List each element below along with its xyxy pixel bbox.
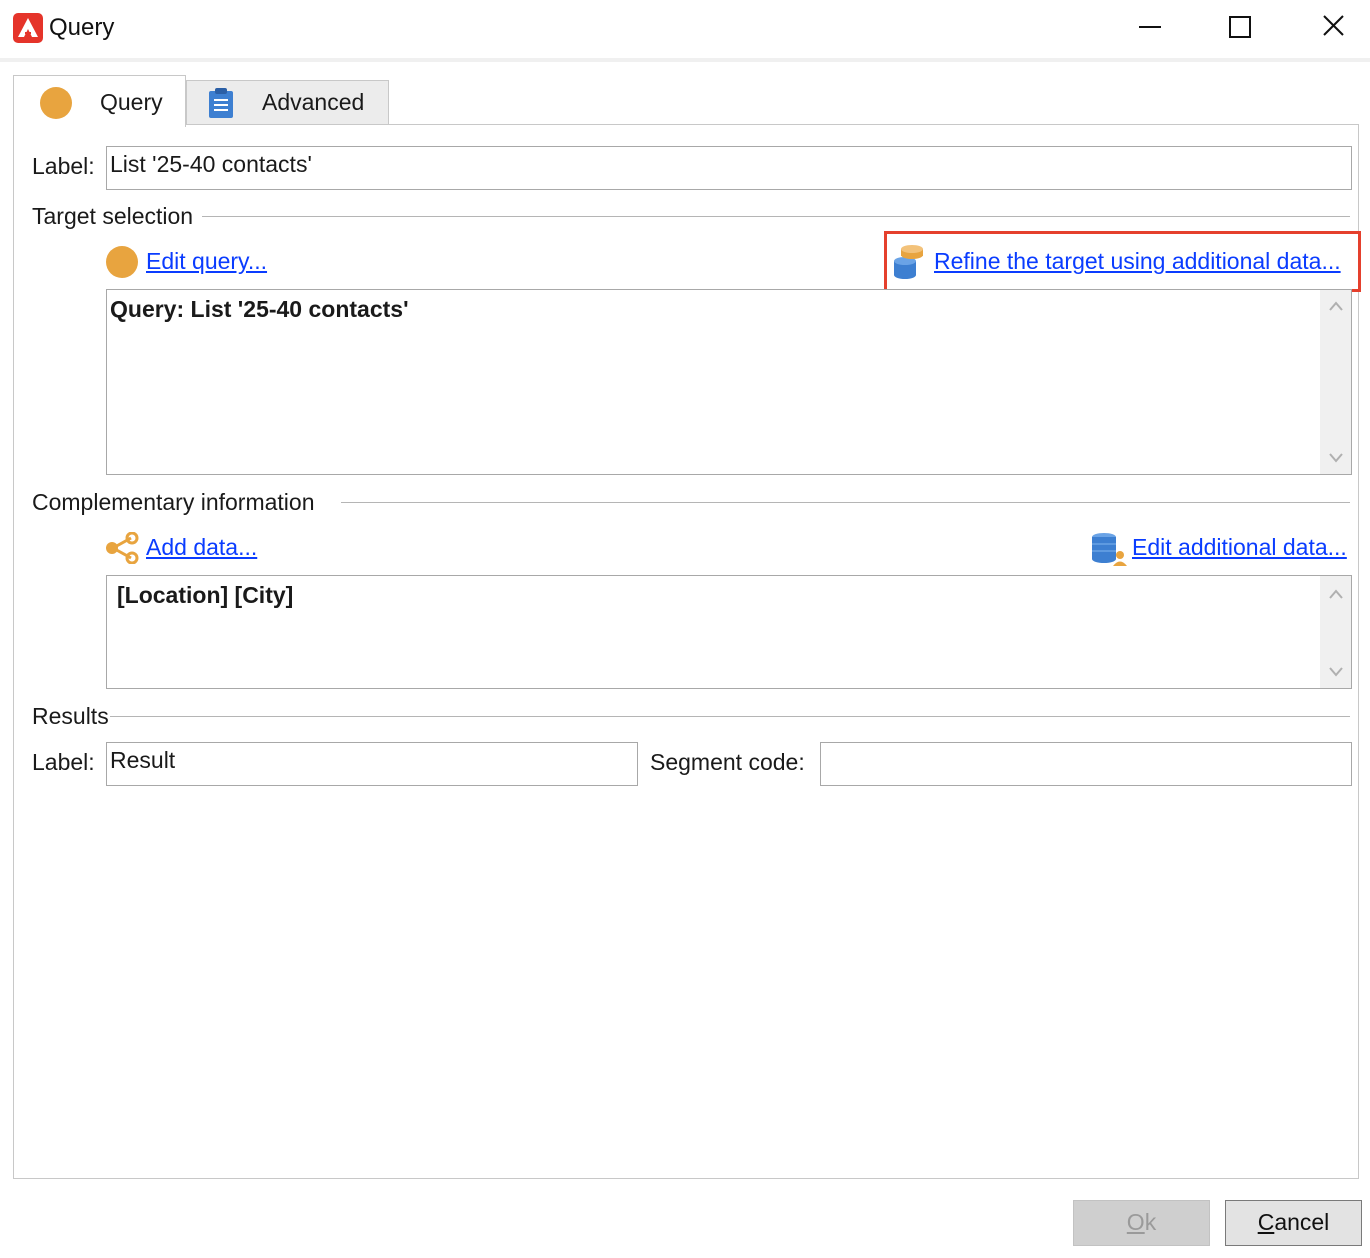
target-selection-heading: Target selection — [32, 203, 194, 229]
scroll-up-icon[interactable] — [1328, 300, 1344, 312]
label-caption: Label: — [32, 153, 95, 179]
vertical-scrollbar[interactable] — [1320, 576, 1351, 688]
cancel-label-rest: ancel — [1274, 1209, 1330, 1235]
additional-columns-box[interactable]: [Location] [City] — [106, 575, 1352, 689]
database-user-icon — [1090, 531, 1128, 573]
scroll-down-icon[interactable] — [1328, 666, 1344, 678]
query-summary-box[interactable]: Query: List '25-40 contacts' — [106, 289, 1352, 475]
segment-code-input[interactable] — [820, 742, 1352, 786]
complementary-heading: Complementary information — [32, 489, 315, 515]
minimize-button[interactable] — [1104, 0, 1196, 56]
group-divider — [110, 716, 1350, 717]
title-separator — [0, 58, 1370, 62]
maximize-button[interactable] — [1195, 0, 1287, 56]
window-title: Query — [49, 14, 115, 41]
result-label-input[interactable]: Result — [106, 742, 638, 786]
scroll-up-icon[interactable] — [1328, 588, 1344, 600]
vertical-scrollbar[interactable] — [1320, 290, 1351, 474]
share-nodes-icon — [105, 531, 139, 570]
label-input[interactable]: List '25-40 contacts' — [106, 146, 1352, 190]
tab-advanced-label: Advanced — [262, 89, 365, 115]
edit-additional-data-link[interactable]: Edit additional data... — [1132, 534, 1347, 561]
query-circle-icon — [106, 246, 138, 278]
tab-query[interactable]: Query — [13, 75, 186, 127]
highlight-box — [884, 231, 1361, 292]
scroll-down-icon[interactable] — [1328, 452, 1344, 464]
ok-button[interactable]: Ok — [1073, 1200, 1210, 1246]
additional-columns-text: [Location] [City] — [117, 582, 294, 608]
ok-mnemonic: O — [1126, 1209, 1145, 1235]
edit-query-link[interactable]: Edit query... — [146, 248, 267, 275]
group-divider — [202, 216, 1350, 217]
query-summary-text: Query: List '25-40 contacts' — [110, 296, 409, 322]
tab-query-label: Query — [100, 89, 163, 115]
add-data-link[interactable]: Add data... — [146, 534, 257, 561]
clipboard-icon — [207, 87, 235, 125]
cancel-mnemonic: C — [1257, 1209, 1275, 1235]
ok-label-rest: k — [1144, 1209, 1157, 1235]
cancel-button[interactable]: Cancel — [1225, 1200, 1362, 1246]
results-heading: Results — [32, 703, 109, 729]
result-label-caption: Label: — [32, 749, 95, 775]
tab-advanced[interactable]: Advanced — [186, 80, 389, 124]
segment-code-caption: Segment code: — [650, 749, 805, 775]
query-circle-icon — [40, 87, 72, 119]
close-button[interactable] — [1288, 0, 1370, 56]
app-logo-icon — [13, 13, 43, 43]
group-divider — [341, 502, 1350, 503]
